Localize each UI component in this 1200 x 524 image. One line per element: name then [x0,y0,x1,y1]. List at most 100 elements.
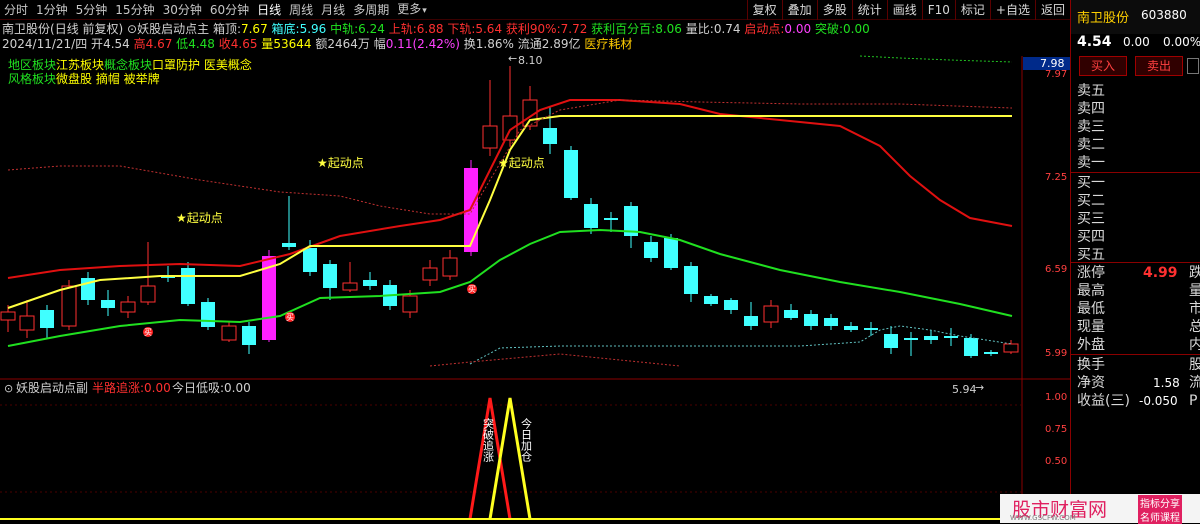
bottom-red-dashed-line [429,353,681,367]
tupo-annotation: 突破追涨 [482,417,495,463]
price-tick-2: 7.25 [1045,172,1067,183]
candle-body [844,326,858,330]
jiacang-annotation: 今日加仓 [520,417,533,462]
watermark-tag-2: 名师课程 [1138,509,1182,524]
candle-body [584,204,598,228]
qidong-marker-2: ★起动点 [317,156,364,170]
svg-text:买: 买 [286,313,294,322]
candle-body [61,285,77,327]
candle-body [644,242,658,258]
candle-body [502,115,518,141]
candles [0,66,1019,358]
candle-body [904,338,918,340]
candle-body [784,310,798,318]
sell-button[interactable]: 卖出 [1135,56,1183,76]
watermark-url: WWW.GSCFW.COM [1010,514,1076,522]
stat-zhangting: 涨停 4.99 跌 [1077,265,1200,281]
ask-4: 卖四 [1077,101,1105,117]
ask-5: 卖五 [1077,83,1105,99]
dixi-value: 0.00 [224,381,251,395]
max-price-label: 8.10 [518,54,543,67]
candle-body [944,336,958,338]
candle-body [704,296,718,304]
candle-body [664,238,678,268]
candle-body [543,128,557,144]
sub-tick-3: 0.50 [1045,456,1067,467]
stat-jingzi: 净资 1.58 流 [1077,375,1200,391]
svg-text:买: 买 [468,285,476,294]
sub-indicator-name[interactable]: 妖股启动点副 [16,381,88,395]
stat-zuidi: 最低市 [1077,301,1200,317]
top-green-dashed-line [859,55,1013,63]
candle-body [804,314,818,326]
quote-pct: 0.00% [1163,35,1200,49]
candle-body [864,328,878,330]
bid-2: 买二 [1077,193,1105,209]
candle-body [342,282,358,291]
stat-shouyi: 收益(三) -0.050 P [1077,393,1198,409]
candle-body [724,300,738,310]
min-arrow-icon: → [975,381,984,394]
candle-body [604,218,618,220]
candle-body [303,248,317,272]
candle-body [19,315,35,331]
bid-1: 买一 [1077,175,1105,191]
price-tick-4: 5.99 [1045,348,1067,359]
quote-panel: 南卫股份 603880 4.54 0.00 0.00% 买入 卖出 卖五 卖四 … [1070,0,1200,523]
collapse-icon[interactable] [1187,58,1199,74]
ask-1: 卖一 [1077,155,1105,171]
candle-body [101,300,115,308]
watermark-tag-1: 指标分享 [1138,495,1182,510]
candle-body [0,311,16,321]
price-tick-1: 7.97 [1045,69,1067,80]
candle-body [120,301,136,313]
candlestick-chart[interactable]: ★起动点 ★起动点 ★起动点 8.10 ← 5.94 → 买 买 买 7.98 … [0,0,1070,523]
candle-body [140,285,156,303]
quote-stock-name: 南卫股份 [1077,11,1130,26]
candle-body [884,334,898,348]
candle-body [964,338,978,356]
candle-body [422,267,438,281]
ask-3: 卖三 [1077,119,1105,135]
min-price-label: 5.94 [952,383,977,396]
order-book-divider [1071,172,1200,173]
quote-price: 4.54 [1077,34,1112,50]
middle-band-line [7,228,1013,347]
dixi-label: 今日低吸: [172,380,224,395]
buy-button[interactable]: 买入 [1079,56,1127,76]
candle-body [564,150,578,198]
candle-body [282,243,296,247]
candle-body [684,266,698,294]
candle-body [363,280,377,286]
bid-4: 买四 [1077,229,1105,245]
buy-marker-3: 买 [467,284,477,294]
stat-huanshou: 换手股 [1077,357,1200,373]
qidong-marker-1: ★起动点 [176,211,223,225]
candle-body [221,325,237,341]
stats-divider [1071,262,1200,263]
price-tick-3: 6.59 [1045,264,1067,275]
zhuiji-value: 0.00 [144,381,171,395]
svg-text:买: 买 [144,328,152,337]
sub-dropdown-icon[interactable]: ⊙ [4,382,13,395]
candle-body [984,352,998,354]
bid-3: 买三 [1077,211,1105,227]
candle-body [824,318,838,326]
sub-tick-1: 1.00 [1045,392,1067,403]
candle-body [323,264,337,288]
candle-body [442,257,458,277]
candle-body [744,316,758,326]
candle-body [181,268,195,304]
candle-body [763,305,779,323]
max-arrow-icon: ← [508,52,517,65]
candle-body [402,295,418,313]
candle-body [40,310,54,328]
candle-body [482,125,498,149]
buy-marker-1: 买 [143,327,153,337]
candle-body [201,302,215,327]
sub-tick-2: 0.75 [1045,424,1067,435]
quote-change: 0.00 [1123,35,1150,49]
site-watermark: 股市财富网 WWW.GSCFW.COM 指标分享 名师课程 [1000,494,1200,524]
quote-stock-code: 603880 [1141,8,1187,22]
stat-xianliang: 现量总 [1077,319,1200,335]
